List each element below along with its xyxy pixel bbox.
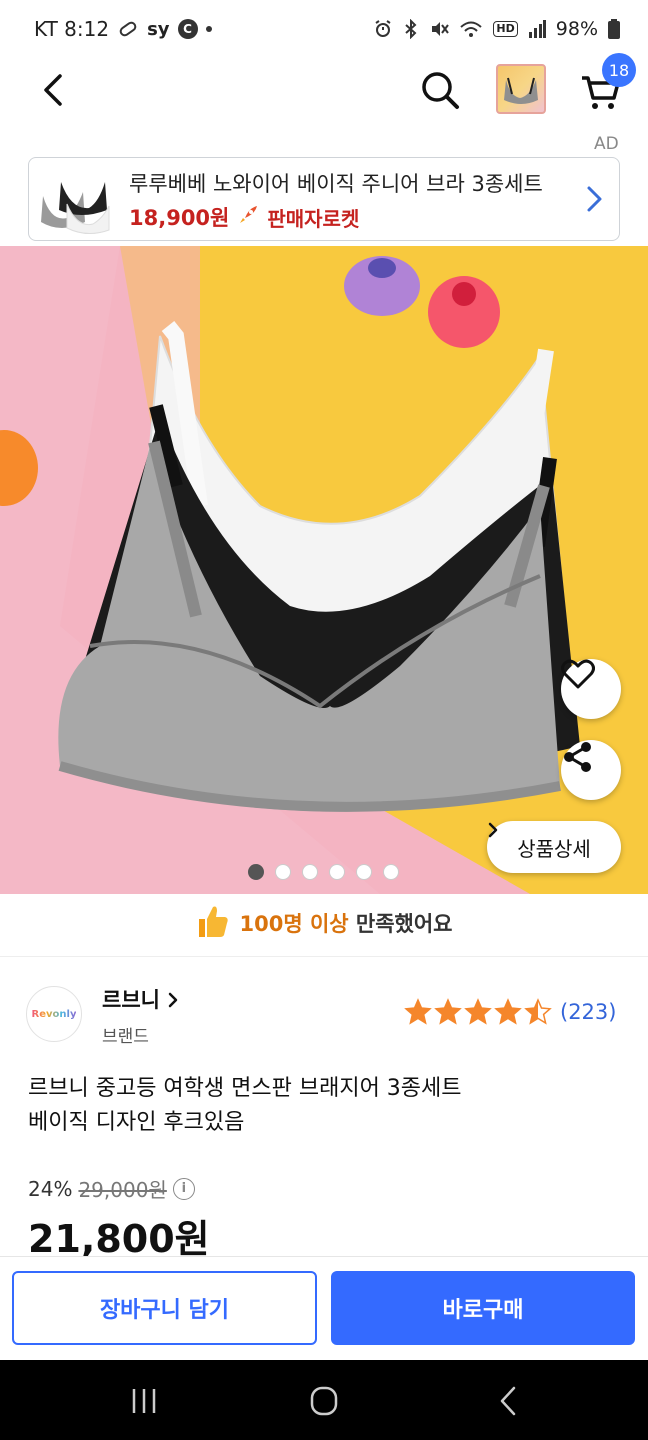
product-title: 르브니 중고등 여학생 면스판 브래지어 3종세트 베이직 디자인 후크있음 <box>28 1072 628 1140</box>
product-title-line1: 르브니 중고등 여학생 면스판 브래지어 3종세트 <box>28 1076 462 1101</box>
star-icon <box>494 998 522 1025</box>
product-title-line2: 베이직 디자인 후크있음 <box>28 1110 245 1135</box>
rocket-delivery-label: 판매자로켓 <box>267 206 360 231</box>
status-bar: KT 8:12 sy C HD 98% <box>0 0 648 58</box>
chevron-right-icon <box>488 822 498 838</box>
carrier-time: KT 8:12 <box>34 17 110 41</box>
recent-apps-button[interactable] <box>124 1384 164 1418</box>
product-detail-button[interactable]: 상품상세 <box>487 821 621 873</box>
chevron-right-icon <box>169 992 178 1008</box>
recent-apps-icon <box>132 1389 156 1413</box>
rating[interactable]: (223) <box>404 998 616 1026</box>
search-button[interactable] <box>418 68 462 112</box>
system-navigation-bar <box>0 1360 648 1440</box>
satisfaction-text: 만족했어요 <box>355 912 453 936</box>
chevron-left-icon <box>44 74 62 106</box>
share-icon <box>564 742 591 772</box>
gallery-pagination <box>248 864 399 880</box>
gallery-dot[interactable] <box>302 864 318 880</box>
brand-name-link[interactable]: 르브니 <box>102 984 179 1014</box>
brand-logo[interactable]: Revonly <box>26 986 82 1042</box>
product-thumbnail-button[interactable] <box>496 64 546 114</box>
info-icon[interactable]: i <box>172 1177 195 1200</box>
gallery-dot[interactable] <box>356 864 372 880</box>
gallery-dot[interactable] <box>275 864 291 880</box>
ad-banner[interactable]: 루루베베 노와이어 베이직 주니어 브라 3종세트 18,900원 판매자로켓 <box>28 157 620 241</box>
battery-icon <box>608 19 620 39</box>
star-icon <box>434 998 462 1025</box>
bluetooth-icon <box>403 19 419 39</box>
signal-icon <box>528 20 546 38</box>
discount-rate: 24% <box>28 1176 73 1201</box>
ad-label: AD <box>594 134 619 154</box>
brand-name: 르브니 <box>102 988 160 1012</box>
add-to-cart-button[interactable]: 장바구니 담기 <box>12 1271 317 1345</box>
ad-price: 18,900원 <box>129 206 230 230</box>
star-icon <box>404 998 432 1025</box>
wishlist-button[interactable] <box>561 659 621 719</box>
home-icon <box>310 1386 338 1416</box>
hd-icon: HD <box>493 21 518 37</box>
back-icon <box>500 1386 516 1416</box>
review-count[interactable]: (223) <box>560 1000 616 1024</box>
search-icon <box>422 72 459 109</box>
ad-thumbnail <box>37 162 113 238</box>
c-icon: C <box>177 19 198 39</box>
sale-price: 21,800원 <box>28 1217 210 1261</box>
gallery-dot[interactable] <box>329 864 345 880</box>
buy-now-button[interactable]: 바로구매 <box>331 1271 635 1345</box>
home-button[interactable] <box>304 1384 344 1418</box>
brand-logo-text: Revonly <box>31 1008 77 1020</box>
back-button[interactable] <box>36 70 76 110</box>
product-image-gallery[interactable]: 상품상세 <box>0 246 648 894</box>
rocket-icon <box>237 204 259 231</box>
product-photo <box>0 246 648 894</box>
pill-icon <box>117 18 139 40</box>
cart-count-badge: 18 <box>602 53 636 87</box>
top-nav: 18 <box>0 53 648 124</box>
brand-subtitle: 브랜드 <box>102 1027 149 1047</box>
thumbs-up-icon <box>195 903 229 944</box>
heart-icon <box>561 659 595 689</box>
gallery-dot[interactable] <box>383 864 399 880</box>
discount-row: 24% 29,000원 i <box>28 1174 195 1203</box>
ad-chevron-right-icon <box>581 184 607 214</box>
bra-thumbnail-icon <box>504 77 538 104</box>
satisfaction-count: 100명 이상 <box>239 912 349 936</box>
system-back-button[interactable] <box>488 1384 528 1418</box>
ad-title: 루루베베 노와이어 베이직 주니어 브라 3종세트 <box>129 172 543 196</box>
star-icon <box>464 998 492 1025</box>
satisfaction-banner: 100명 이상 만족했어요 <box>0 898 648 948</box>
notification-dot-icon <box>205 26 212 32</box>
sy-label: sy <box>147 18 170 40</box>
gallery-dot[interactable] <box>248 864 264 880</box>
mute-icon <box>429 19 450 39</box>
alarm-icon <box>373 19 393 39</box>
wifi-icon <box>459 19 483 39</box>
original-price: 29,000원 <box>78 1178 167 1202</box>
star-rating <box>404 998 552 1026</box>
divider <box>0 956 648 957</box>
star-icon <box>524 998 552 1025</box>
battery-percent: 98% <box>555 18 598 40</box>
ad-price-row: 18,900원 판매자로켓 <box>129 202 359 232</box>
bottom-action-bar: 장바구니 담기 바로구매 <box>0 1256 648 1360</box>
share-button[interactable] <box>561 740 621 800</box>
product-detail-label: 상품상세 <box>517 836 591 861</box>
